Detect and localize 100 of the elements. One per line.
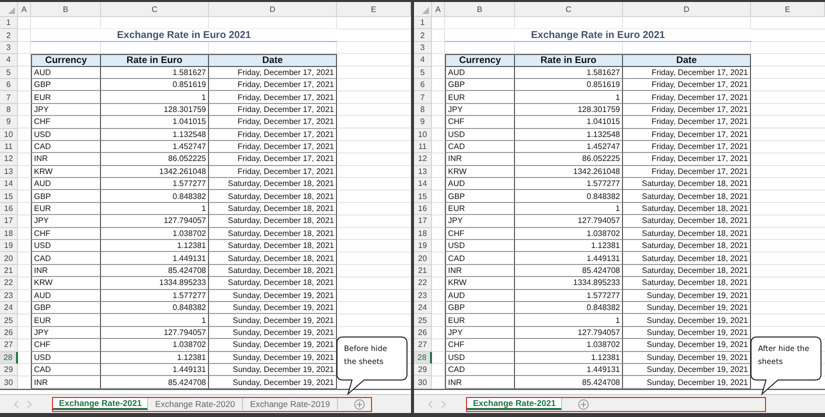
table-header-cell: Rate in Euro bbox=[515, 54, 623, 67]
row-header[interactable]: 7 bbox=[0, 91, 18, 104]
table-cell: Friday, December 17, 2021 bbox=[209, 104, 337, 116]
table-cell: CHF bbox=[445, 228, 515, 240]
row-header[interactable]: 12 bbox=[0, 153, 18, 166]
add-sheet-icon[interactable] bbox=[354, 398, 365, 410]
row-header[interactable]: 6 bbox=[414, 78, 432, 92]
row-header[interactable]: 5 bbox=[0, 66, 18, 79]
row-header[interactable]: 1 bbox=[0, 17, 18, 30]
row-header[interactable]: 17 bbox=[414, 215, 432, 228]
column-header[interactable]: C bbox=[515, 2, 623, 17]
row-header[interactable]: 28 bbox=[414, 352, 432, 364]
row-header[interactable]: 27 bbox=[0, 339, 18, 352]
row-header[interactable]: 14 bbox=[414, 178, 432, 190]
row-header[interactable]: 15 bbox=[414, 190, 432, 203]
column-header[interactable]: D bbox=[623, 2, 751, 17]
row-header[interactable]: 6 bbox=[0, 78, 18, 92]
row-header[interactable]: 13 bbox=[414, 166, 432, 178]
table-cell: CAD bbox=[445, 364, 515, 376]
row-header[interactable]: 13 bbox=[0, 166, 18, 178]
row-header[interactable]: 27 bbox=[414, 339, 432, 352]
sheet-tab[interactable]: Exchange Rate-2021 bbox=[467, 398, 562, 410]
table-cell: 127.794057 bbox=[101, 215, 209, 228]
row-header[interactable]: 29 bbox=[0, 364, 18, 376]
table-cell: Friday, December 17, 2021 bbox=[209, 140, 337, 154]
table-cell: KRW bbox=[31, 277, 101, 290]
row-header[interactable]: 25 bbox=[0, 314, 18, 327]
row-header[interactable]: 7 bbox=[414, 91, 432, 104]
column-header[interactable]: A bbox=[18, 2, 31, 17]
row-header[interactable]: 22 bbox=[0, 277, 18, 290]
column-header[interactable]: C bbox=[101, 2, 209, 17]
row-header[interactable]: 8 bbox=[0, 104, 18, 116]
column-header[interactable]: B bbox=[445, 2, 515, 17]
row-header[interactable]: 4 bbox=[0, 54, 18, 67]
column-header[interactable]: A bbox=[432, 2, 445, 17]
table-cell: 1 bbox=[101, 202, 209, 216]
add-sheet-icon[interactable] bbox=[578, 398, 589, 410]
table-cell: GBP bbox=[445, 78, 515, 92]
row-header[interactable]: 30 bbox=[414, 376, 432, 389]
row-header[interactable]: 19 bbox=[0, 240, 18, 252]
row-header[interactable]: 17 bbox=[0, 215, 18, 228]
table-cell: GBP bbox=[31, 190, 101, 203]
scroll-left-icon[interactable] bbox=[14, 400, 19, 408]
row-header[interactable]: 25 bbox=[414, 314, 432, 327]
row-header[interactable]: 1 bbox=[414, 17, 432, 30]
row-header[interactable]: 29 bbox=[414, 364, 432, 376]
row-header[interactable]: 16 bbox=[0, 202, 18, 216]
row-header[interactable]: 2 bbox=[0, 29, 18, 42]
table-cell: Friday, December 17, 2021 bbox=[623, 104, 751, 116]
column-header[interactable]: D bbox=[209, 2, 337, 17]
row-header[interactable]: 14 bbox=[0, 178, 18, 190]
row-header[interactable]: 12 bbox=[414, 153, 432, 166]
row-header[interactable]: 10 bbox=[0, 128, 18, 141]
row-header[interactable]: 21 bbox=[0, 264, 18, 278]
column-header[interactable]: E bbox=[337, 2, 411, 17]
table-cell: 1.581627 bbox=[515, 66, 623, 79]
scroll-right-icon[interactable] bbox=[27, 400, 32, 408]
select-all-icon[interactable] bbox=[422, 7, 429, 14]
table-cell: Saturday, December 18, 2021 bbox=[209, 178, 337, 190]
row-header[interactable]: 5 bbox=[414, 66, 432, 79]
table-cell: USD bbox=[31, 240, 101, 252]
table-cell: INR bbox=[31, 153, 101, 166]
row-header[interactable]: 21 bbox=[414, 264, 432, 278]
row-header[interactable]: 24 bbox=[414, 302, 432, 314]
row-header[interactable]: 19 bbox=[414, 240, 432, 252]
row-header[interactable]: 28 bbox=[0, 352, 18, 364]
row-header[interactable]: 11 bbox=[414, 140, 432, 154]
select-all-icon[interactable] bbox=[8, 7, 15, 14]
row-header[interactable]: 9 bbox=[414, 116, 432, 129]
row-header[interactable]: 26 bbox=[0, 326, 18, 340]
row-header[interactable]: 22 bbox=[414, 277, 432, 290]
row-header[interactable]: 18 bbox=[0, 228, 18, 240]
scroll-left-icon[interactable] bbox=[428, 400, 433, 408]
row-header[interactable]: 18 bbox=[414, 228, 432, 240]
sheet-tab[interactable]: Exchange Rate-2021 bbox=[53, 398, 148, 410]
row-header[interactable]: 15 bbox=[0, 190, 18, 203]
table-cell: Sunday, December 19, 2021 bbox=[209, 352, 337, 364]
row-header[interactable]: 16 bbox=[414, 202, 432, 216]
table-cell: 1 bbox=[515, 91, 623, 104]
row-header[interactable]: 23 bbox=[414, 290, 432, 302]
row-header[interactable]: 8 bbox=[414, 104, 432, 116]
row-header[interactable]: 9 bbox=[0, 116, 18, 129]
table-cell: INR bbox=[445, 376, 515, 389]
row-header[interactable]: 26 bbox=[414, 326, 432, 340]
column-header[interactable]: B bbox=[31, 2, 101, 17]
row-header[interactable]: 3 bbox=[414, 42, 432, 54]
column-header[interactable]: E bbox=[751, 2, 825, 17]
table-cell: Sunday, December 19, 2021 bbox=[623, 290, 751, 302]
row-header[interactable]: 4 bbox=[414, 54, 432, 67]
table-cell: Friday, December 17, 2021 bbox=[209, 116, 337, 129]
scroll-right-icon[interactable] bbox=[441, 400, 446, 408]
row-header[interactable]: 20 bbox=[0, 252, 18, 265]
row-header[interactable]: 30 bbox=[0, 376, 18, 389]
row-header[interactable]: 24 bbox=[0, 302, 18, 314]
row-header[interactable]: 20 bbox=[414, 252, 432, 265]
row-header[interactable]: 10 bbox=[414, 128, 432, 141]
row-header[interactable]: 3 bbox=[0, 42, 18, 54]
row-header[interactable]: 11 bbox=[0, 140, 18, 154]
row-header[interactable]: 2 bbox=[414, 29, 432, 42]
row-header[interactable]: 23 bbox=[0, 290, 18, 302]
